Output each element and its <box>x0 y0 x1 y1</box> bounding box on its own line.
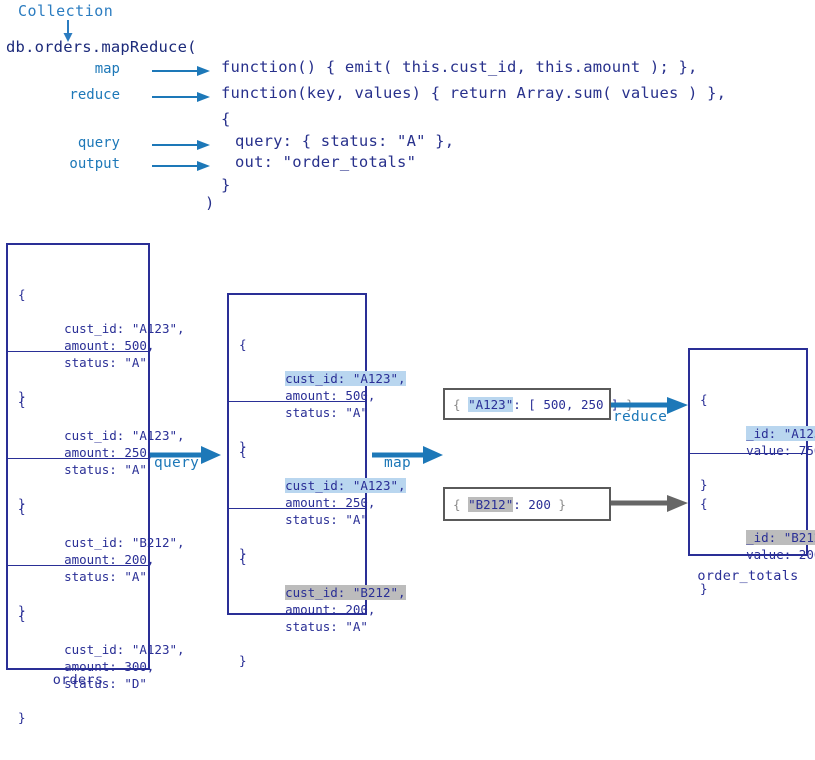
query-result-document: { cust_id: "B212", amount: 200, status: … <box>229 509 406 668</box>
options-open-brace: { <box>221 110 231 128</box>
orders-collection-caption: orders <box>52 672 104 688</box>
call-close-paren: ) <box>205 194 215 212</box>
doc-amount: amount: 200, <box>285 602 376 617</box>
order-totals-document: { _id: "A123", value: 750 } <box>690 350 815 492</box>
doc-open-brace: { <box>700 496 708 511</box>
doc-cust-id: cust_id: "B212", <box>64 535 185 550</box>
kv-value: : 200 <box>513 496 559 512</box>
doc-close-brace: } <box>239 653 247 668</box>
doc-open-brace: { <box>18 501 26 516</box>
reduce-param-arrow <box>152 92 210 102</box>
order-totals-caption: order_totals <box>697 568 799 584</box>
order-totals-box: { _id: "A123", value: 750 } { _id: "B212… <box>688 348 815 596</box>
options-close-brace: } <box>221 176 231 194</box>
query-param-arrow <box>152 140 210 150</box>
kv-key: "B212" <box>468 496 514 512</box>
mapreduce-code-block: Collection db.orders.mapReduce( map func… <box>0 0 815 232</box>
doc-open-brace: { <box>700 392 708 407</box>
doc-open-brace: { <box>18 394 26 409</box>
orders-document: { cust_id: "A123", amount: 500, status: … <box>8 245 185 404</box>
kv-close-brace: } <box>558 496 566 512</box>
doc-open-brace: { <box>239 337 247 352</box>
kv-key: "A123" <box>468 396 514 412</box>
query-result-document: { cust_id: "A123", amount: 250, status: … <box>229 402 406 561</box>
doc-cust-id: cust_id: "A123", <box>64 321 185 336</box>
reduce-stage-label: reduce <box>613 409 668 425</box>
doc-id: _id: "B212", <box>746 530 815 545</box>
query-result-document: { cust_id: "A123", amount: 500, status: … <box>229 295 406 454</box>
doc-cust-id: cust_id: "B212", <box>285 585 406 600</box>
output-option-code: out: "order_totals" <box>235 153 417 171</box>
orders-document: { cust_id: "B212", amount: 200, status: … <box>8 459 185 618</box>
emitted-kv-b212: { "B212": 200 } <box>443 487 611 521</box>
kv-open-brace: { <box>453 496 469 512</box>
emitted-kv-a123: { "A123": [ 500, 250 ] } <box>443 388 634 420</box>
doc-cust-id: cust_id: "A123", <box>285 371 406 386</box>
orders-document: { cust_id: "A123", amount: 250, status: … <box>8 352 185 511</box>
orders-document: { cust_id: "A123", amount: 300, status: … <box>8 566 185 725</box>
query-results-box: { cust_id: "A123", amount: 500, status: … <box>227 293 406 668</box>
map-stage-label: map <box>384 455 412 471</box>
param-label-output: output <box>69 156 120 172</box>
doc-value: value: 200 <box>746 547 815 562</box>
doc-cust-id: cust_id: "A123", <box>64 642 185 657</box>
map-param-arrow <box>152 66 210 76</box>
query-option-code: query: { status: "A" }, <box>235 132 455 150</box>
param-label-map: map <box>94 61 120 77</box>
collection-label: Collection <box>18 2 114 20</box>
order-totals-document: { _id: "B212", value: 200 } <box>690 454 815 596</box>
orders-collection-box: { cust_id: "A123", amount: 500, status: … <box>6 243 185 725</box>
passthrough-arrow <box>611 495 688 512</box>
output-param-arrow <box>152 161 210 171</box>
query-stage-label: query <box>154 455 200 471</box>
reduce-function-code: function(key, values) { return Array.sum… <box>221 84 727 102</box>
doc-status: status: "A" <box>285 619 368 634</box>
doc-close-brace: } <box>18 710 26 725</box>
doc-id: _id: "A123", <box>746 426 815 441</box>
doc-cust-id: cust_id: "A123", <box>64 428 185 443</box>
mapreduce-call-text: db.orders.mapReduce( <box>6 38 197 56</box>
doc-open-brace: { <box>239 444 247 459</box>
param-label-query: query <box>77 135 120 151</box>
doc-cust-id: cust_id: "A123", <box>285 478 406 493</box>
param-label-reduce: reduce <box>69 87 120 103</box>
kv-value: : [ 500, 250 ] <box>513 396 627 412</box>
doc-open-brace: { <box>18 608 26 623</box>
map-function-code: function() { emit( this.cust_id, this.am… <box>221 58 698 76</box>
kv-open-brace: { <box>453 396 469 412</box>
doc-open-brace: { <box>239 551 247 566</box>
doc-open-brace: { <box>18 287 26 302</box>
